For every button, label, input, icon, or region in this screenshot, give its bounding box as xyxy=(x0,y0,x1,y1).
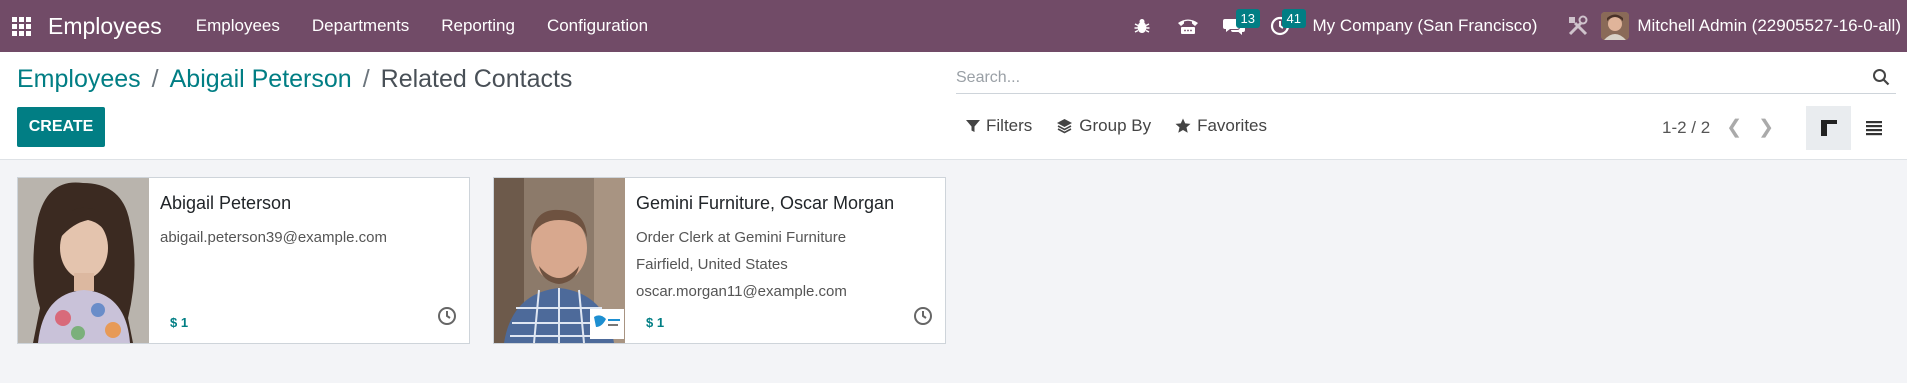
page-title: Related Contacts xyxy=(380,65,573,93)
search-bar xyxy=(956,62,1896,94)
menu-departments[interactable]: Departments xyxy=(296,0,425,52)
pager-previous-icon[interactable]: ❮ xyxy=(1726,116,1742,139)
list-icon xyxy=(1865,121,1882,136)
contact-name: Abigail Peterson xyxy=(160,193,292,213)
search-options: Filters Group By Favorites xyxy=(966,116,1267,136)
debug-bug-icon[interactable] xyxy=(1119,0,1165,52)
pager-next-icon[interactable]: ❯ xyxy=(1758,116,1774,139)
group-by-button[interactable]: Group By xyxy=(1056,116,1151,136)
contact-email: oscar.morgan11@example.com xyxy=(636,283,847,300)
breadcrumb-separator: / xyxy=(362,65,370,93)
contact-card-body: Gemini Furniture, Oscar Morgan Order Cle… xyxy=(625,178,945,343)
company-logo xyxy=(590,309,624,339)
contact-job-title: Order Clerk at Gemini Furniture xyxy=(636,229,847,246)
contact-name: Gemini Furniture, Oscar Morgan xyxy=(636,193,895,213)
search-input[interactable] xyxy=(956,68,1856,87)
activity-clock-icon[interactable] xyxy=(437,306,457,331)
search-icon[interactable] xyxy=(1872,68,1890,91)
activities-count-badge: 41 xyxy=(1281,9,1306,28)
contact-photo xyxy=(494,178,625,343)
contact-card-body: Abigail Peterson abigail.peterson39@exam… xyxy=(149,178,469,343)
app-brand[interactable]: Employees xyxy=(48,13,162,40)
create-button[interactable]: CREATE xyxy=(17,107,105,147)
star-icon xyxy=(1175,118,1191,133)
contact-email: abigail.peterson39@example.com xyxy=(160,229,388,246)
apps-menu-icon[interactable] xyxy=(0,0,42,52)
menu-reporting[interactable]: Reporting xyxy=(425,0,531,52)
phone-icon[interactable] xyxy=(1165,0,1211,52)
company-switcher[interactable]: My Company (San Francisco) xyxy=(1303,16,1556,36)
user-menu[interactable]: Mitchell Admin (22905527-16-0-all) xyxy=(1601,12,1907,40)
top-navbar: Employees Employees Departments Reportin… xyxy=(0,0,1907,52)
view-switcher xyxy=(1806,106,1896,150)
filters-label: Filters xyxy=(986,116,1033,135)
filter-icon xyxy=(966,120,980,132)
breadcrumb: Employees / Abigail Peterson / Related C… xyxy=(17,65,572,94)
control-panel: Employees / Abigail Peterson / Related C… xyxy=(0,52,1907,160)
menu-configuration[interactable]: Configuration xyxy=(531,0,664,52)
kanban-view: Abigail Peterson abigail.peterson39@exam… xyxy=(17,177,946,344)
layers-icon xyxy=(1057,119,1073,134)
contact-card[interactable]: Gemini Furniture, Oscar Morgan Order Cle… xyxy=(493,177,946,344)
user-avatar xyxy=(1601,12,1630,40)
activity-clock-icon[interactable] xyxy=(913,306,933,331)
activities-clock-icon[interactable]: 41 xyxy=(1257,0,1306,52)
breadcrumb-abigail-peterson[interactable]: Abigail Peterson xyxy=(170,65,352,94)
list-view-button[interactable] xyxy=(1851,106,1896,150)
pager-value[interactable]: 1-2 / 2 xyxy=(1662,118,1710,138)
filters-button[interactable]: Filters xyxy=(966,116,1032,136)
kanban-icon xyxy=(1820,120,1837,136)
favorites-label: Favorites xyxy=(1197,116,1268,135)
messages-icon[interactable]: 13 xyxy=(1211,0,1260,52)
money-indicator[interactable]: $ 1 xyxy=(170,315,188,330)
pager: 1-2 / 2 ❮ ❯ xyxy=(1662,116,1774,139)
menu-employees[interactable]: Employees xyxy=(180,0,296,52)
favorites-button[interactable]: Favorites xyxy=(1175,116,1267,136)
contact-photo xyxy=(18,178,149,343)
breadcrumb-separator: / xyxy=(151,65,159,93)
money-indicator[interactable]: $ 1 xyxy=(646,315,664,330)
tools-icon[interactable] xyxy=(1555,0,1601,52)
user-name: Mitchell Admin (22905527-16-0-all) xyxy=(1637,16,1901,35)
breadcrumb-employees[interactable]: Employees xyxy=(17,65,141,94)
group-by-label: Group By xyxy=(1079,116,1152,135)
contact-location: Fairfield, United States xyxy=(636,256,788,273)
contact-card[interactable]: Abigail Peterson abigail.peterson39@exam… xyxy=(17,177,470,344)
kanban-view-button[interactable] xyxy=(1806,106,1851,150)
